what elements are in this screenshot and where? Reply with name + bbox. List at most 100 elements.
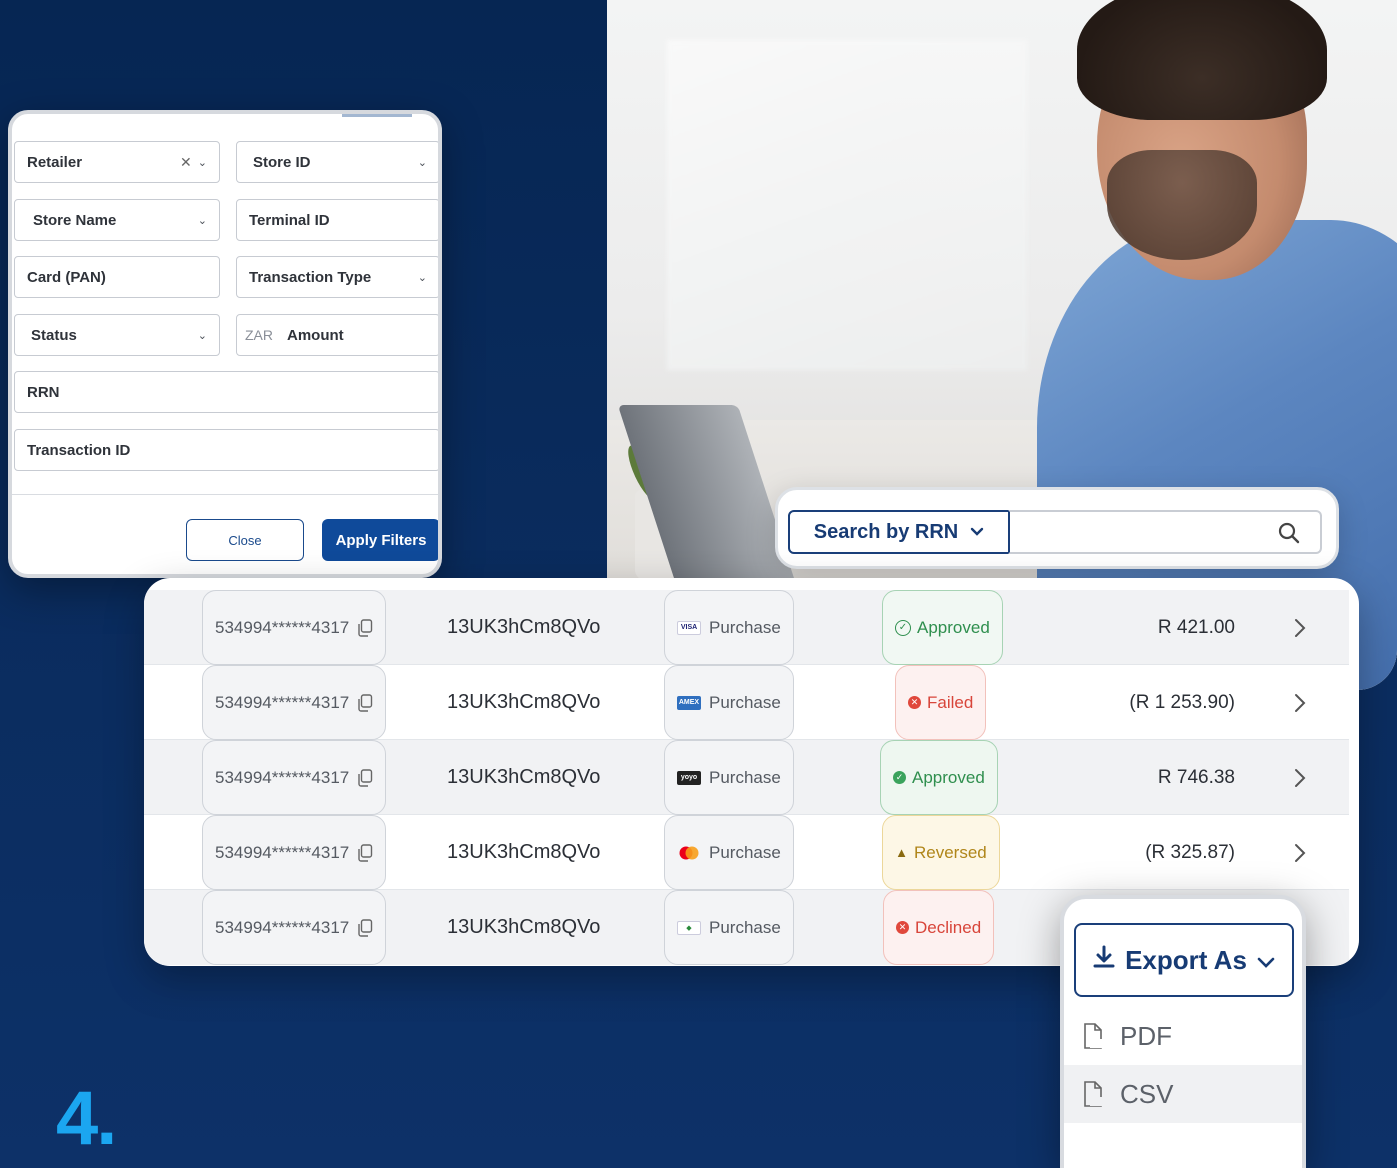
- table-row[interactable]: 534994******4317 13UK3hCm8QVo yoyo Purch…: [144, 740, 1349, 815]
- transaction-type-select[interactable]: Transaction Type ⌄: [236, 256, 438, 298]
- chevron-down-icon: ⌄: [417, 271, 427, 284]
- status-badge: ✕ Declined: [883, 890, 995, 965]
- x-circle-icon: ✕: [908, 696, 921, 709]
- chevron-right-icon[interactable]: [1294, 815, 1306, 890]
- yoyo-icon: yoyo: [677, 770, 701, 785]
- amount-value: (R 1 253.90): [1129, 691, 1235, 713]
- clear-icon[interactable]: ✕: [180, 154, 192, 171]
- mastercard-icon: [677, 846, 701, 860]
- chevron-right-icon[interactable]: [1294, 665, 1306, 740]
- export-option-label: PDF: [1120, 1020, 1172, 1051]
- transaction-type-pill: ◆ Purchase: [664, 890, 794, 965]
- chevron-down-icon: ⌄: [417, 156, 427, 169]
- card-pan-field[interactable]: Card (PAN): [14, 256, 220, 298]
- status-badge: ✓ Approved: [880, 740, 998, 815]
- apply-filters-button[interactable]: Apply Filters: [322, 519, 438, 561]
- card-pan-pill: 534994******4317: [202, 740, 387, 815]
- chevron-down-icon: ⌄: [197, 214, 207, 227]
- rrn-value: 13UK3hCm8QVo: [447, 691, 601, 713]
- store-id-select[interactable]: Store ID ⌄: [236, 141, 438, 183]
- copy-icon[interactable]: [357, 693, 373, 712]
- amount-field[interactable]: ZAR Amount: [236, 314, 438, 356]
- card-pan-value: 534994******4317: [215, 617, 350, 637]
- currency-prefix: ZAR: [245, 327, 273, 343]
- status-select[interactable]: Status ⌄: [14, 314, 220, 356]
- chevron-right-icon[interactable]: [1294, 590, 1306, 665]
- table-row[interactable]: 534994******4317 13UK3hCm8QVo Purchase ▲…: [144, 815, 1349, 890]
- divider: [12, 494, 438, 495]
- amount-value: R 746.38: [1157, 766, 1235, 788]
- transaction-type-pill: yoyo Purchase: [664, 740, 794, 815]
- card-pan-value: 534994******4317: [215, 692, 350, 712]
- card-pan-value: 534994******4317: [215, 917, 350, 937]
- search-type-select[interactable]: Search by RRN: [788, 510, 1010, 554]
- search-icon[interactable]: [1278, 522, 1300, 544]
- card-brand-icon: ◆: [677, 920, 701, 935]
- transaction-type-value: Purchase: [709, 692, 781, 712]
- search-input[interactable]: [1008, 510, 1322, 554]
- card-pan-value: 534994******4317: [215, 767, 350, 787]
- export-as-label: Export As: [1125, 944, 1247, 975]
- store-name-label: Store Name: [33, 211, 117, 229]
- card-pan-pill: 534994******4317: [202, 665, 387, 740]
- store-name-select[interactable]: Store Name ⌄: [14, 199, 220, 241]
- status-badge: ✓ Approved: [882, 590, 1003, 665]
- card-pan-pill: 534994******4317: [202, 815, 387, 890]
- check-circle-icon: ✓: [893, 771, 906, 784]
- retailer-select[interactable]: Retailer ✕ ⌄: [14, 141, 220, 183]
- photo-window: [667, 40, 1027, 370]
- transaction-id-label: Transaction ID: [27, 441, 131, 459]
- status-value: Reversed: [914, 842, 987, 862]
- transaction-type-label: Transaction Type: [249, 268, 372, 286]
- export-option-pdf[interactable]: PDF: [1064, 1007, 1302, 1065]
- rrn-value: 13UK3hCm8QVo: [447, 841, 601, 863]
- terminal-id-field[interactable]: Terminal ID: [236, 199, 438, 241]
- card-pan-value: 534994******4317: [215, 842, 350, 862]
- table-row[interactable]: 534994******4317 13UK3hCm8QVo AMEX Purch…: [144, 665, 1349, 740]
- transaction-type-value: Purchase: [709, 617, 781, 637]
- card-pan-pill: 534994******4317: [202, 590, 387, 665]
- chevron-down-icon: [1257, 945, 1275, 976]
- filter-panel: Retailer ✕ ⌄ Store ID ⌄ Store Name ⌄ Ter…: [8, 110, 442, 578]
- rrn-field[interactable]: RRN: [14, 371, 438, 413]
- amount-value: (R 325.87): [1145, 841, 1235, 863]
- export-menu: PDF CSV: [1064, 1007, 1302, 1123]
- store-id-label: Store ID: [253, 153, 311, 171]
- export-option-csv[interactable]: CSV: [1064, 1065, 1302, 1123]
- transaction-type-value: Purchase: [709, 842, 781, 862]
- export-option-label: CSV: [1120, 1078, 1174, 1109]
- pdf-file-icon: [1082, 1022, 1104, 1050]
- amount-label: Amount: [287, 326, 344, 344]
- table-row[interactable]: 534994******4317 13UK3hCm8QVo VISA Purch…: [144, 590, 1349, 665]
- status-label: Status: [31, 326, 77, 344]
- export-as-button[interactable]: Export As: [1074, 923, 1294, 997]
- status-badge: ▲ Reversed: [882, 815, 1000, 890]
- close-button[interactable]: Close: [186, 519, 304, 561]
- copy-icon[interactable]: [357, 918, 373, 937]
- check-circle-icon: ✓: [895, 619, 911, 636]
- search-type-label: Search by RRN: [813, 520, 959, 543]
- search-bar: Search by RRN: [775, 487, 1339, 569]
- card-pan-pill: 534994******4317: [202, 890, 387, 965]
- warning-icon: ▲: [895, 845, 908, 860]
- x-circle-icon: ✕: [896, 921, 909, 934]
- chevron-right-icon[interactable]: [1294, 740, 1306, 815]
- filter-panel-tab-indicator: [342, 114, 412, 117]
- transaction-type-pill: VISA Purchase: [664, 590, 794, 665]
- transaction-id-field[interactable]: Transaction ID: [14, 429, 438, 471]
- status-value: Approved: [917, 617, 990, 637]
- amount-value: R 421.00: [1157, 616, 1235, 638]
- copy-icon[interactable]: [357, 618, 373, 637]
- download-icon: [1093, 945, 1115, 976]
- rrn-value: 13UK3hCm8QVo: [447, 616, 601, 638]
- retailer-label: Retailer: [27, 153, 83, 171]
- chevron-down-icon: ⌄: [197, 329, 207, 342]
- copy-icon[interactable]: [357, 768, 373, 787]
- rrn-value: 13UK3hCm8QVo: [447, 916, 601, 938]
- amex-icon: AMEX: [677, 695, 701, 710]
- transaction-type-value: Purchase: [709, 767, 781, 787]
- status-badge: ✕ Failed: [895, 665, 987, 740]
- chevron-down-icon: [970, 524, 984, 540]
- csv-file-icon: [1082, 1080, 1104, 1108]
- copy-icon[interactable]: [357, 843, 373, 862]
